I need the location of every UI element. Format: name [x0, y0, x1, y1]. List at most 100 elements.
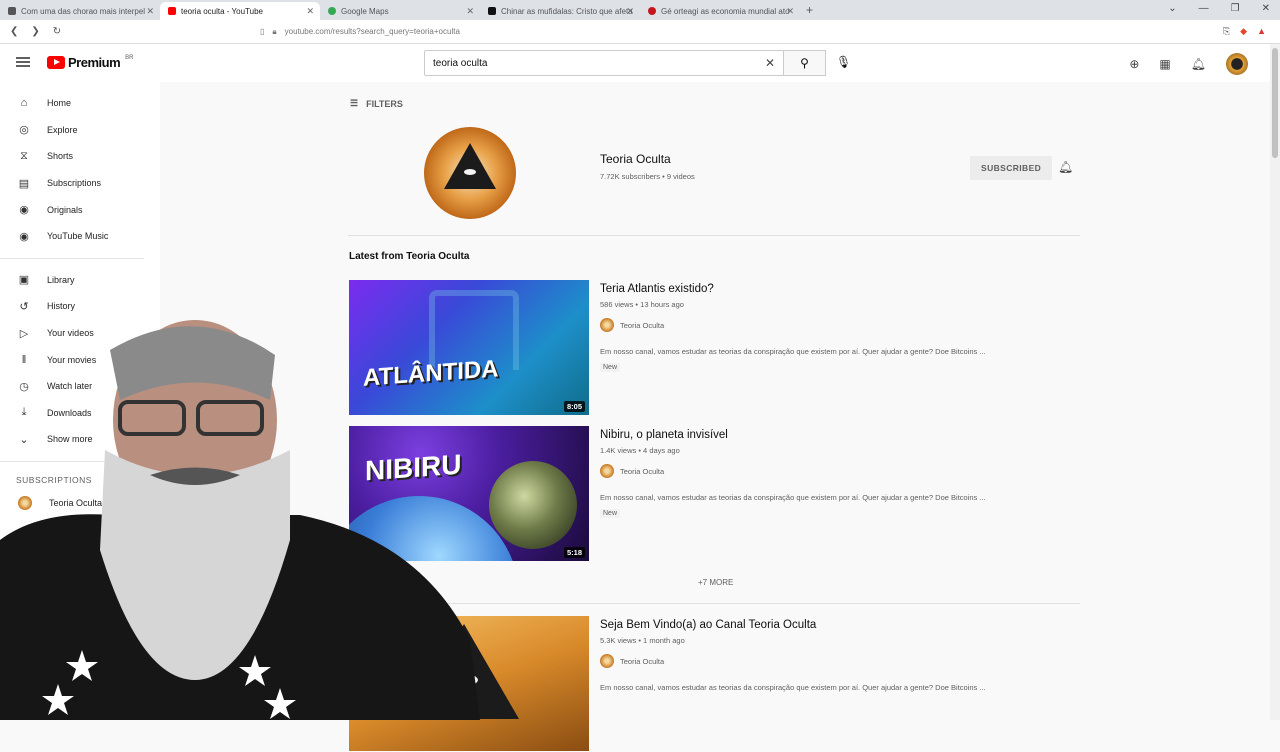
scrollbar-thumb[interactable]	[1272, 48, 1278, 158]
video-channel-name: Teoria Oculta	[620, 656, 665, 666]
sidebar-item-home[interactable]: ⌂ Home	[0, 90, 160, 117]
video-channel-name: Teoria Oculta	[620, 320, 665, 330]
warning-icon[interactable]: ▲	[1257, 26, 1266, 37]
notion-favicon-icon	[488, 7, 496, 15]
tab-title: Chinar as mufidalas: Cristo que afeta	[501, 6, 633, 16]
video-channel[interactable]: Teoria Oculta	[600, 318, 664, 332]
share-icon[interactable]: ⎘	[1223, 26, 1230, 37]
music-icon: ◉	[19, 230, 29, 243]
bookmark-icon[interactable]: ▯	[260, 27, 264, 36]
close-tab-icon[interactable]: ✕	[786, 6, 794, 17]
channel-avatar[interactable]	[424, 127, 516, 219]
divider	[348, 235, 1080, 236]
browser-toolbar: ❮ ❯ ↻ ▯ 🔒︎ youtube.com/results?search_qu…	[0, 20, 1280, 44]
tab-title: Gé orteagi as economia mundial ato	[661, 6, 790, 16]
news-favicon-icon	[648, 7, 656, 15]
reload-icon[interactable]: ↻	[53, 26, 61, 37]
back-icon[interactable]: ❮	[10, 26, 18, 37]
search-icon: ⚲	[800, 56, 809, 70]
clear-search-icon[interactable]: ✕	[765, 56, 775, 70]
close-tab-icon[interactable]: ✕	[466, 6, 474, 17]
browser-tab[interactable]: Gé orteagi as economia mundial ato ✕	[640, 2, 800, 20]
close-tab-icon[interactable]: ✕	[306, 6, 314, 17]
channel-avatar-icon	[600, 654, 614, 668]
subscriptions-icon: ▤	[18, 177, 30, 190]
close-window-icon[interactable]: ✕	[1262, 3, 1270, 14]
close-tab-icon[interactable]: ✕	[626, 6, 634, 17]
hamburger-menu-icon[interactable]	[16, 57, 30, 67]
video-meta: 1.4K views • 4 days ago	[600, 446, 680, 455]
address-bar[interactable]: ▯ 🔒︎ youtube.com/results?search_query=te…	[260, 27, 460, 37]
youtube-premium-logo[interactable]: Premium BR	[47, 55, 133, 70]
maps-favicon-icon	[328, 7, 336, 15]
sidebar-item-youtube-music[interactable]: ◉ YouTube Music	[0, 223, 160, 250]
tab-favicon-icon	[8, 7, 16, 15]
filters-button[interactable]: ☰ FILTERS	[350, 98, 403, 109]
filter-icon: ☰	[350, 98, 359, 108]
search-input-value: teoria oculta	[433, 57, 488, 69]
home-icon: ⌂	[20, 97, 28, 110]
video-channel[interactable]: Teoria Oculta	[600, 464, 664, 478]
eye-icon	[462, 167, 478, 177]
browser-tab[interactable]: Com uma das chorao mais interpel ✕	[0, 2, 160, 20]
channel-meta: 7.72K subscribers • 9 videos	[600, 172, 695, 181]
extensions-area: ⎘ ◆ ▲	[1223, 26, 1266, 37]
video-description: Em nosso canal, vamos estudar as teorias…	[600, 347, 986, 356]
channel-notification-bell-icon[interactable]: 🔔︎	[1058, 160, 1073, 174]
new-tab-button[interactable]: +	[800, 3, 819, 20]
video-description: Em nosso canal, vamos estudar as teorias…	[600, 493, 986, 502]
sidebar-item-label: YouTube Music	[47, 231, 109, 242]
lock-icon[interactable]: 🔒︎	[272, 27, 276, 37]
video-channel-name: Teoria Oculta	[620, 466, 665, 476]
maximize-icon[interactable]: ❐	[1231, 3, 1240, 14]
sidebar-item-explore[interactable]: ◎ Explore	[0, 117, 160, 144]
youtube-favicon-icon	[168, 7, 176, 15]
browser-tab-active[interactable]: teoria oculta - YouTube ✕	[160, 2, 320, 20]
sidebar-item-label: Subscriptions	[47, 178, 102, 189]
minimize-icon[interactable]: —	[1199, 3, 1209, 14]
voice-search-icon[interactable]: 🎙︎	[836, 55, 851, 69]
browser-tab[interactable]: Chinar as mufidalas: Cristo que afeta ✕	[480, 2, 640, 20]
new-badge: New	[600, 509, 621, 518]
new-badge: New	[600, 363, 621, 372]
search-input[interactable]: teoria oculta ✕	[424, 50, 784, 76]
youtube-header: Premium BR teoria oculta ✕ ⚲ 🎙︎ ⊕ ▦ 🔔︎	[0, 44, 1270, 82]
video-duration: 8:05	[563, 401, 585, 412]
filters-label: FILTERS	[366, 98, 403, 109]
forward-icon[interactable]: ❯	[31, 26, 39, 37]
compass-icon: ◎	[19, 124, 29, 137]
apps-grid-icon[interactable]: ▦	[1159, 57, 1170, 71]
video-title[interactable]: Teria Atlantis existido?	[600, 283, 714, 295]
browser-tab[interactable]: Google Maps ✕	[320, 2, 480, 20]
channel-name[interactable]: Teoria Oculta	[600, 152, 671, 166]
video-channel[interactable]: Teoria Oculta	[600, 654, 664, 668]
more-videos-button[interactable]: +7 MORE	[698, 578, 733, 587]
sidebar-item-subscriptions[interactable]: ▤ Subscriptions	[0, 170, 160, 197]
browser-tab-strip: Com uma das chorao mais interpel ✕ teoria…	[0, 0, 1280, 20]
sidebar-item-originals[interactable]: ◉ Originals	[0, 196, 160, 223]
page-scrollbar[interactable]	[1270, 44, 1280, 720]
video-title[interactable]: Seja Bem Vindo(a) ao Canal Teoria Oculta	[600, 619, 816, 631]
sidebar-item-label: Library	[47, 274, 75, 285]
window-controls: ⌄ — ❐ ✕	[1168, 3, 1270, 14]
tab-title: Google Maps	[341, 6, 389, 16]
originals-icon: ◉	[19, 204, 29, 217]
account-avatar[interactable]	[1226, 53, 1248, 75]
illuminati-triangle-icon	[444, 143, 496, 189]
tab-search-icon[interactable]: ⌄	[1168, 3, 1176, 14]
planet-nibiru	[489, 461, 577, 549]
youtube-play-icon	[47, 56, 65, 69]
close-tab-icon[interactable]: ✕	[146, 6, 154, 17]
create-video-icon[interactable]: ⊕	[1129, 57, 1139, 71]
search-button[interactable]: ⚲	[784, 50, 826, 76]
sidebar-item-label: Explore	[47, 124, 78, 135]
sidebar-item-shorts[interactable]: ⧖ Shorts	[0, 143, 160, 170]
sidebar-item-library[interactable]: ▣ Library	[0, 267, 160, 294]
brave-shield-icon[interactable]: ◆	[1240, 26, 1247, 37]
notifications-bell-icon[interactable]: 🔔︎	[1191, 57, 1206, 71]
channel-avatar-icon	[600, 318, 614, 332]
video-meta: 5.3K views • 1 month ago	[600, 636, 685, 645]
video-duration: 5:18	[563, 547, 585, 558]
subscribed-button[interactable]: SUBSCRIBED	[970, 156, 1053, 180]
video-title[interactable]: Nibiru, o planeta invisível	[600, 429, 728, 441]
